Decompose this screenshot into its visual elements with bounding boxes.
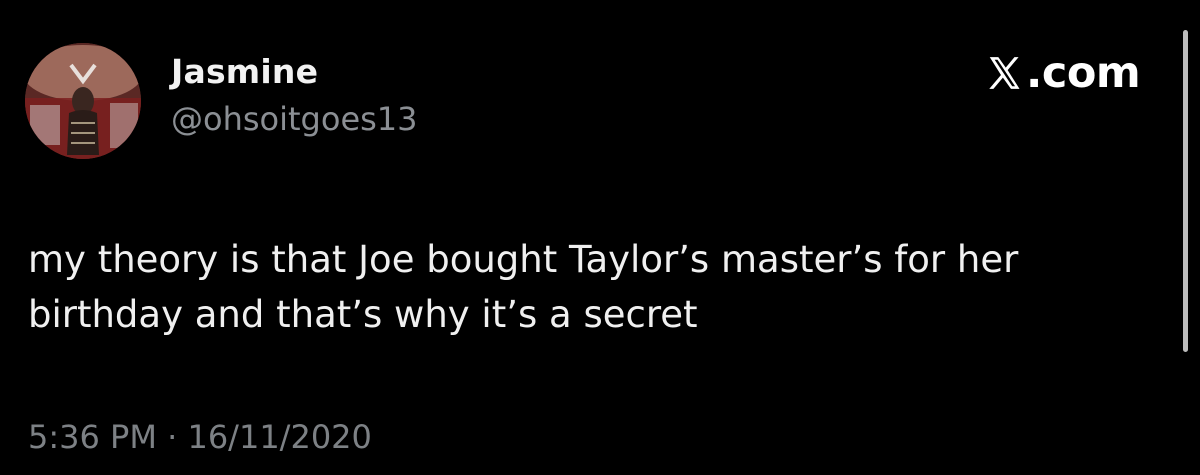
- tweet-time: 5:36 PM: [28, 418, 157, 456]
- user-handle[interactable]: @ohsoitgoes13: [171, 100, 418, 138]
- site-logo-text: .com: [1026, 48, 1141, 98]
- x-logo-icon: [985, 54, 1023, 92]
- scrollbar[interactable]: [1183, 30, 1188, 352]
- display-name[interactable]: Jasmine: [171, 52, 318, 91]
- tweet-timestamp[interactable]: 5:36 PM · 16/11/2020: [28, 418, 372, 456]
- profile-photo-icon: [25, 43, 141, 159]
- site-logo[interactable]: .com: [985, 48, 1141, 98]
- tweet-date: 16/11/2020: [187, 418, 372, 456]
- tweet-text: my theory is that Joe bought Taylor’s ma…: [28, 238, 1019, 336]
- meta-separator: ·: [167, 418, 178, 456]
- avatar[interactable]: [25, 43, 141, 159]
- tweet-card: Jasmine @ohsoitgoes13 .com my theory is …: [0, 0, 1200, 475]
